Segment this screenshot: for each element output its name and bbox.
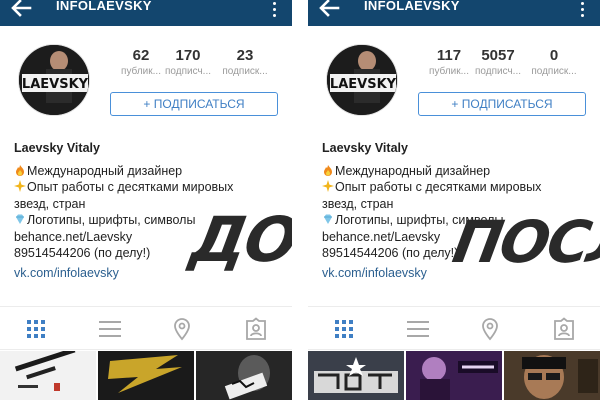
list-icon[interactable] [406, 317, 430, 341]
stat-following[interactable]: 23 подписк... [215, 47, 275, 79]
stat-followers-value: 170 [175, 47, 201, 64]
bio-line: Международный дизайнер [322, 163, 592, 180]
bio-line-1: Международный дизайнер [335, 163, 491, 178]
location-pin-icon[interactable] [170, 317, 194, 341]
bio-line-2: Опыт работы с десятками мировых [335, 180, 542, 194]
stat-followers-label: подписч... [474, 66, 522, 77]
profile-panel-before: INFOLAEVSKY LAEVSKY 62 публик... 170 под… [0, 0, 292, 400]
post-thumbnail[interactable] [98, 351, 194, 400]
profile-view-tabs [308, 306, 600, 350]
tagged-person-icon[interactable] [244, 317, 268, 341]
stat-following-label: подписк... [531, 66, 577, 77]
follow-button[interactable]: + ПОДПИСАТЬСЯ [110, 92, 278, 116]
posts-grid [308, 351, 600, 400]
bio-line-1: Международный дизайнер [27, 163, 183, 178]
more-vertical-icon[interactable] [578, 2, 586, 22]
profile-full-name: Laevsky Vitaly [14, 141, 100, 155]
stat-following-value: 0 [549, 47, 559, 64]
fire-icon [16, 164, 24, 176]
more-vertical-icon[interactable] [270, 2, 278, 22]
bio-line: Опыт работы с десятками мировых [322, 179, 592, 196]
profile-username: INFOLAEVSKY [364, 0, 460, 13]
follow-button[interactable]: + ПОДПИСАТЬСЯ [418, 92, 586, 116]
tagged-person-icon[interactable] [552, 317, 576, 341]
sparkle-icon [322, 180, 334, 192]
grid-icon[interactable] [332, 317, 356, 341]
bio-line: Опыт работы с десятками мировых [14, 179, 284, 196]
stat-following-value: 23 [236, 47, 254, 64]
post-thumbnail[interactable] [308, 351, 404, 400]
stat-followers-label: подписч... [164, 66, 212, 77]
gem-icon [16, 214, 24, 224]
profile-panel-after: INFOLAEVSKY LAEVSKY 117 публик... 5057 п… [308, 0, 600, 400]
after-stamp-label: ПОСЛЕ [448, 208, 600, 276]
bio-line-4: Логотипы, шрифты, символы [27, 213, 196, 227]
stat-following[interactable]: 0 подписк... [524, 47, 584, 79]
stat-followers[interactable]: 5057 подписч... [468, 47, 528, 79]
profile-stats: 62 публик... 170 подписч... 23 подписк..… [0, 47, 292, 87]
app-header: INFOLAEVSKY [0, 0, 292, 26]
before-stamp-label: ДО [185, 203, 292, 276]
profile-stats: 117 публик... 5057 подписч... 0 подписк.… [308, 47, 600, 87]
bio-line-2: Опыт работы с десятками мировых [27, 180, 234, 194]
arrow-left-icon[interactable] [316, 0, 346, 22]
post-thumbnail[interactable] [196, 351, 292, 400]
profile-view-tabs [0, 306, 292, 350]
arrow-left-icon[interactable] [8, 0, 38, 22]
post-thumbnail[interactable] [0, 351, 96, 400]
stat-followers[interactable]: 170 подписч... [158, 47, 218, 79]
list-icon[interactable] [98, 317, 122, 341]
post-thumbnail[interactable] [504, 351, 600, 400]
stat-followers-value: 5057 [481, 47, 515, 64]
profile-username: INFOLAEVSKY [56, 0, 152, 13]
gem-icon [324, 214, 332, 224]
location-pin-icon[interactable] [478, 317, 502, 341]
grid-icon[interactable] [24, 317, 48, 341]
fire-icon [324, 164, 332, 176]
posts-grid [0, 351, 292, 400]
sparkle-icon [14, 180, 26, 192]
profile-full-name: Laevsky Vitaly [322, 141, 408, 155]
stat-following-label: подписк... [222, 66, 268, 77]
post-thumbnail[interactable] [406, 351, 502, 400]
bio-line: Международный дизайнер [14, 163, 284, 180]
app-header: INFOLAEVSKY [308, 0, 600, 26]
